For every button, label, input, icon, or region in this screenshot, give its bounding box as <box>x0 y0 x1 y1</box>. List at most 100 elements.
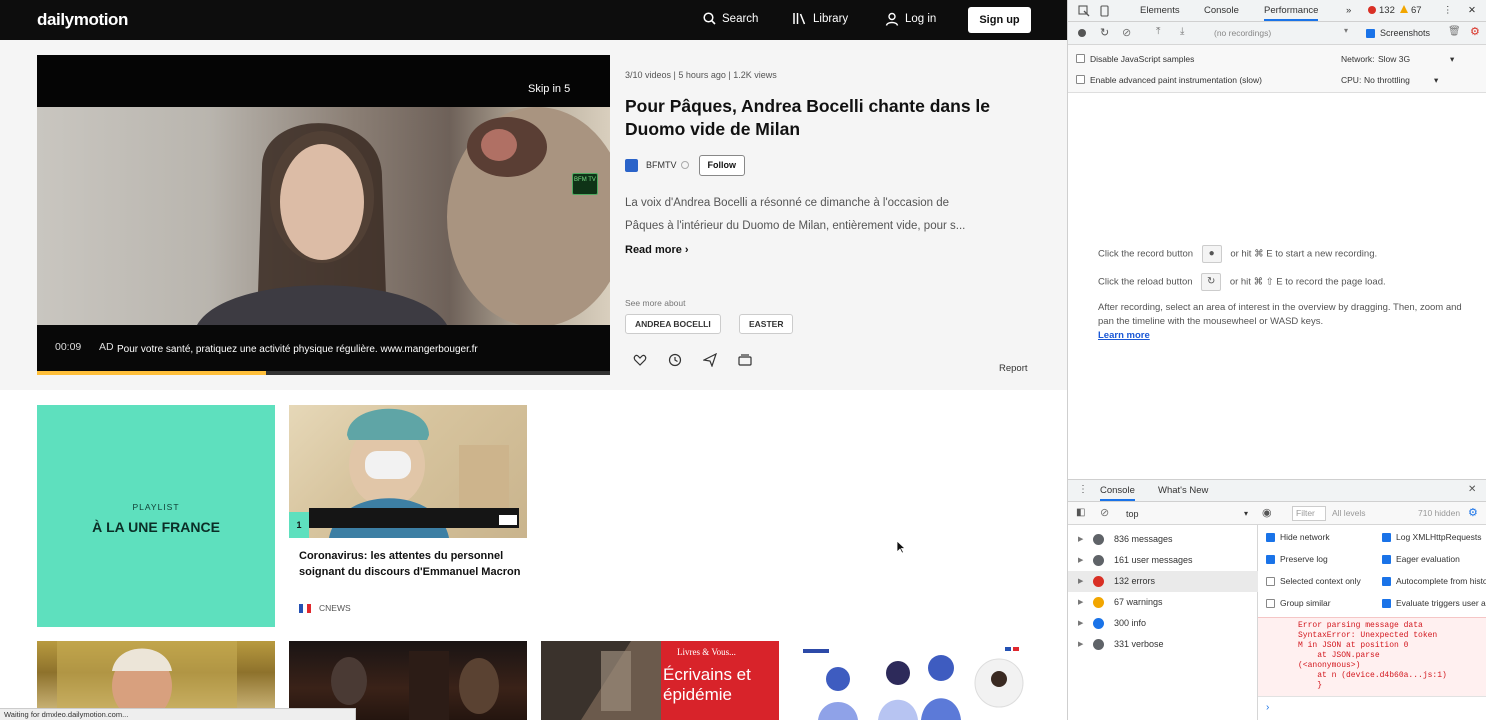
login-nav[interactable]: Log in <box>885 12 936 26</box>
close-drawer-icon[interactable]: ✕ <box>1468 484 1476 495</box>
cpu-throttle-select[interactable]: No throttling <box>1364 75 1410 85</box>
load-profile-icon[interactable]: ⤒ <box>1156 26 1160 37</box>
sidebar-item-errors[interactable]: ▶ 132 errors <box>1068 571 1258 592</box>
record-button[interactable]: ● <box>1201 245 1222 263</box>
live-expression-icon[interactable]: ◉ <box>1262 506 1272 519</box>
sidebar-item-warnings[interactable]: ▶ 67 warnings <box>1068 592 1258 613</box>
evaluate-triggers-checkbox[interactable] <box>1382 599 1391 608</box>
hide-network-checkbox[interactable] <box>1266 533 1275 542</box>
add-to-playlist-icon[interactable] <box>738 353 752 367</box>
read-more-link[interactable]: Read more › <box>625 244 689 256</box>
site-header: dailymotion Search Library Log in Sign u… <box>0 0 1067 40</box>
drawer-tab-console[interactable]: Console <box>1100 485 1135 501</box>
watch-later-icon[interactable] <box>668 353 682 367</box>
error-count[interactable]: 132 <box>1379 5 1395 16</box>
eager-evaluation-checkbox[interactable] <box>1382 555 1391 564</box>
channel-avatar[interactable] <box>625 158 638 172</box>
video-player[interactable]: Skip in 5 BFM TV 00:09 AD Pour votre san… <box>37 55 610 375</box>
follow-button[interactable]: Follow <box>698 154 745 176</box>
playlist-title: À LA UNE FRANCE <box>92 519 220 535</box>
video-description: La voix d'Andrea Bocelli a résonné ce di… <box>625 192 1040 238</box>
sidebar-item-info[interactable]: ▶ 300 info <box>1068 613 1258 634</box>
tag-easter[interactable]: EASTER <box>739 314 794 334</box>
hidden-count: 710 hidden <box>1418 508 1461 518</box>
sidebar-item-label: 132 errors <box>1114 576 1156 586</box>
inspect-element-icon[interactable] <box>1078 5 1090 17</box>
devtools-menu-icon[interactable]: ⋮ <box>1443 5 1453 16</box>
network-throttle-select[interactable]: Slow 3G <box>1378 54 1410 64</box>
log-levels-select[interactable]: All levels <box>1332 508 1366 518</box>
console-prompt-input[interactable]: › <box>1258 696 1486 720</box>
tab-elements[interactable]: Elements <box>1140 5 1180 16</box>
user-messages-icon <box>1093 555 1104 566</box>
drawer-menu-icon[interactable]: ⋮ <box>1078 484 1088 495</box>
console-error-message: Error parsing message data SyntaxError: U… <box>1258 617 1486 696</box>
autocomplete-checkbox[interactable] <box>1382 577 1391 586</box>
sidebar-item-verbose[interactable]: ▶ 331 verbose <box>1068 634 1258 655</box>
context-select[interactable]: top ▾ <box>1126 507 1250 521</box>
card-channel-name[interactable]: CNEWS <box>319 603 351 613</box>
screen: dailymotion Search Library Log in Sign u… <box>0 0 1486 720</box>
trash-icon[interactable]: 🗑 <box>1448 26 1461 37</box>
sidebar-item-user-messages[interactable]: ▶ 161 user messages <box>1068 550 1258 571</box>
share-icon[interactable] <box>703 353 717 367</box>
advanced-paint-checkbox[interactable] <box>1076 75 1085 84</box>
close-devtools-icon[interactable]: ✕ <box>1468 5 1476 16</box>
video-thumbnail[interactable] <box>793 641 1031 720</box>
console-settings: Hide network Log XMLHttpRequests Preserv… <box>1258 525 1486 617</box>
card-position: 1 <box>289 512 309 538</box>
save-profile-icon[interactable]: ⤓ <box>1180 26 1184 37</box>
learn-more-link[interactable]: Learn more <box>1098 329 1478 343</box>
sidebar-item-messages[interactable]: ▶ 836 messages <box>1068 529 1258 550</box>
screenshots-checkbox[interactable] <box>1366 29 1375 38</box>
channel-name[interactable]: BFMTV <box>646 160 677 170</box>
tag-andrea-bocelli[interactable]: ANDREA BOCELLI <box>625 314 721 334</box>
tab-console[interactable]: Console <box>1204 5 1239 16</box>
record-hint-post: or hit ⌘ E to start a new recording. <box>1230 248 1378 260</box>
video-card[interactable]: 1 Coronavirus: les attentes du personnel… <box>289 405 527 627</box>
library-nav[interactable]: Library <box>792 12 848 25</box>
log-xhr-checkbox[interactable] <box>1382 533 1391 542</box>
selected-context-checkbox[interactable] <box>1266 577 1275 586</box>
error-icon <box>1368 6 1376 14</box>
console-filter-input[interactable]: Filter <box>1292 506 1326 521</box>
skip-ad-countdown[interactable]: Skip in 5 <box>528 83 570 95</box>
sidebar-toggle-icon[interactable]: ◧ <box>1076 507 1085 518</box>
error-line[interactable]: at n (device.d4b60a...js:1) <box>1298 671 1486 681</box>
warning-count[interactable]: 67 <box>1411 5 1422 16</box>
reload-button[interactable]: ↻ <box>1201 273 1222 291</box>
console-sidebar: ▶ 836 messages ▶ 161 user messages ▶ 132 er… <box>1068 525 1258 720</box>
signup-button[interactable]: Sign up <box>968 7 1031 33</box>
playlist-tile[interactable]: PLAYLIST À LA UNE FRANCE <box>37 405 275 627</box>
performance-toolbar: ↻ ⊘ ⤒ ⤓ (no recordings) ▾ Screenshots 🗑 … <box>1068 22 1486 45</box>
drawer-tab-whats-new[interactable]: What's New <box>1158 485 1208 496</box>
log-xhr-label: Log XMLHttpRequests <box>1396 532 1482 542</box>
error-line: (<anonymous>) <box>1298 661 1361 670</box>
record-icon[interactable] <box>1078 29 1086 37</box>
playback-progress-bar[interactable] <box>37 371 610 375</box>
expand-chevron-icon: ▶ <box>1078 578 1084 585</box>
device-toolbar-icon[interactable] <box>1099 5 1111 17</box>
performance-landing: Click the record button ● or hit ⌘ E to … <box>1098 245 1478 343</box>
devtools-panel: Elements Console Performance » 132 67 ⋮ … <box>1067 0 1486 720</box>
video-thumbnail[interactable]: Livres & Vous... Écrivains et épidémie <box>541 641 779 720</box>
card-title: Coronavirus: les attentes du personnel s… <box>299 550 521 578</box>
reload-record-icon[interactable]: ↻ <box>1100 26 1109 39</box>
disable-js-samples-checkbox[interactable] <box>1076 54 1085 63</box>
recording-select[interactable]: (no recordings) <box>1210 27 1332 40</box>
more-tabs-button[interactable]: » <box>1346 5 1351 16</box>
search-nav[interactable]: Search <box>703 12 758 25</box>
settings-gear-icon[interactable]: ⚙ <box>1470 25 1480 38</box>
preserve-log-checkbox[interactable] <box>1266 555 1275 564</box>
browser-page: dailymotion Search Library Log in Sign u… <box>0 0 1067 720</box>
console-settings-gear-icon[interactable]: ⚙ <box>1468 506 1478 519</box>
devtools-tab-bar: Elements Console Performance » 132 67 ⋮ … <box>1068 0 1486 22</box>
clear-console-icon[interactable]: ⊘ <box>1100 506 1109 519</box>
group-similar-checkbox[interactable] <box>1266 599 1275 608</box>
report-link[interactable]: Report <box>999 363 1028 374</box>
clear-icon[interactable]: ⊘ <box>1122 26 1131 39</box>
dailymotion-logo[interactable]: dailymotion <box>37 10 128 30</box>
like-icon[interactable] <box>633 353 647 367</box>
tab-performance[interactable]: Performance <box>1264 5 1319 21</box>
selected-context-label: Selected context only <box>1280 576 1361 586</box>
